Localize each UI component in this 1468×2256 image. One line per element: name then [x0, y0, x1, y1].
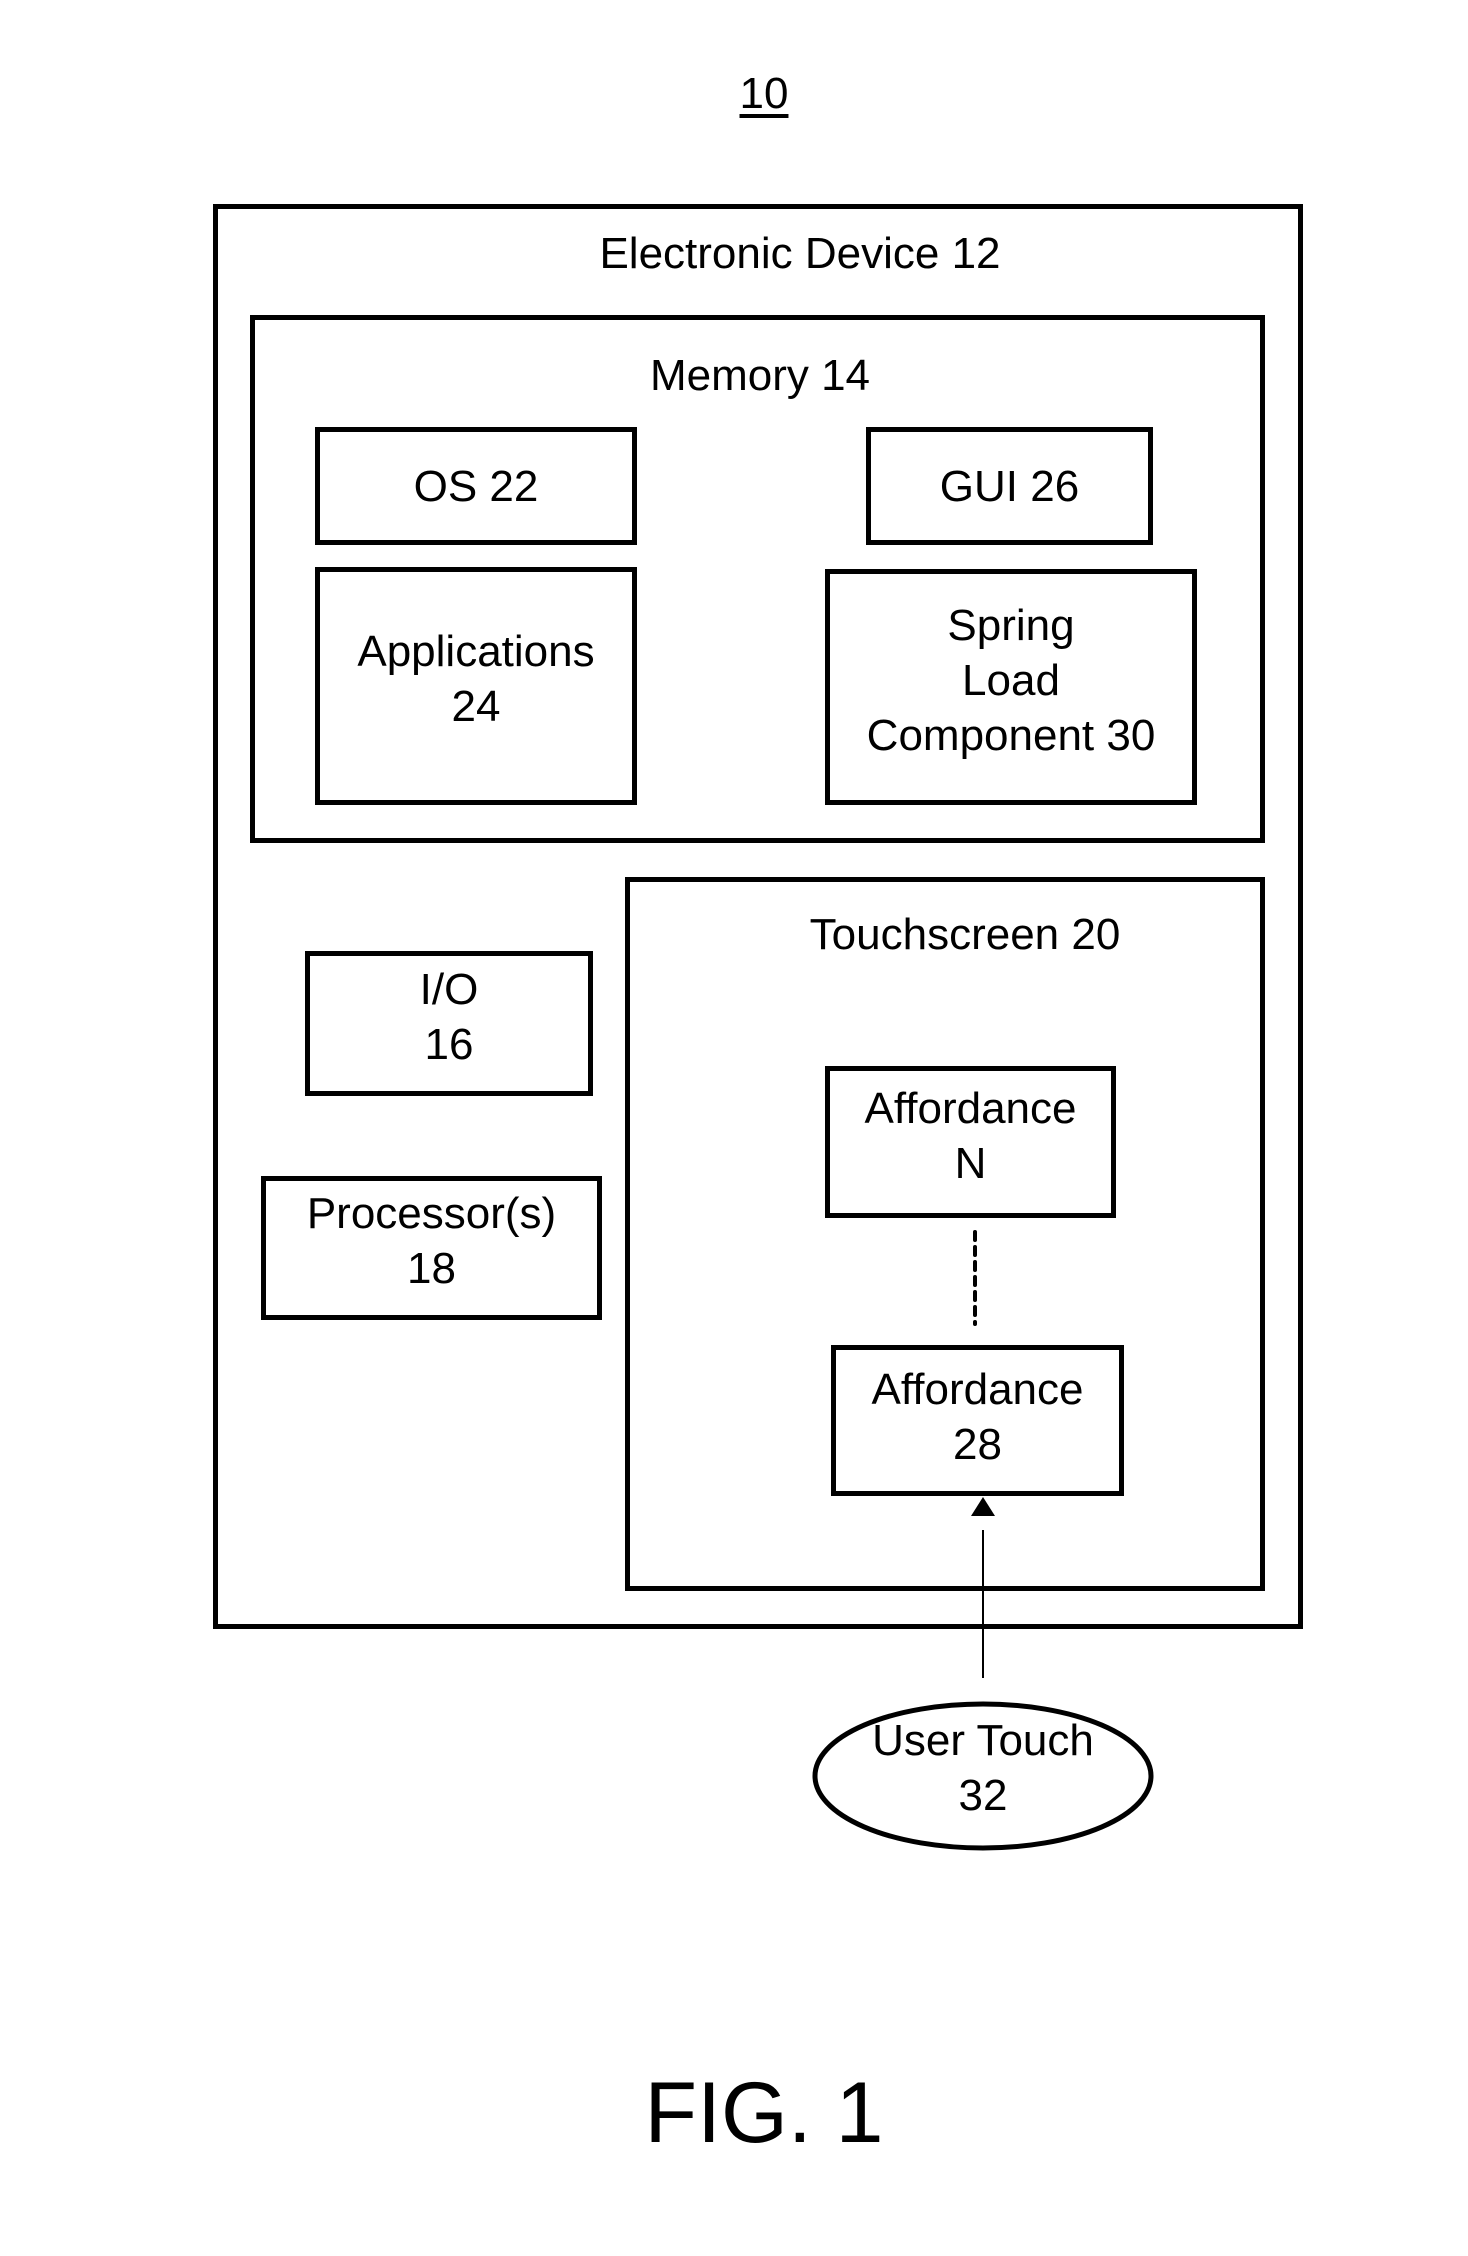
user-touch-label: User Touch 32: [872, 1716, 1094, 1820]
touch-arrow-head: [971, 1497, 995, 1516]
figure-caption: FIG. 1: [644, 2065, 884, 2161]
diagram-connectors: [812, 1230, 1154, 1851]
